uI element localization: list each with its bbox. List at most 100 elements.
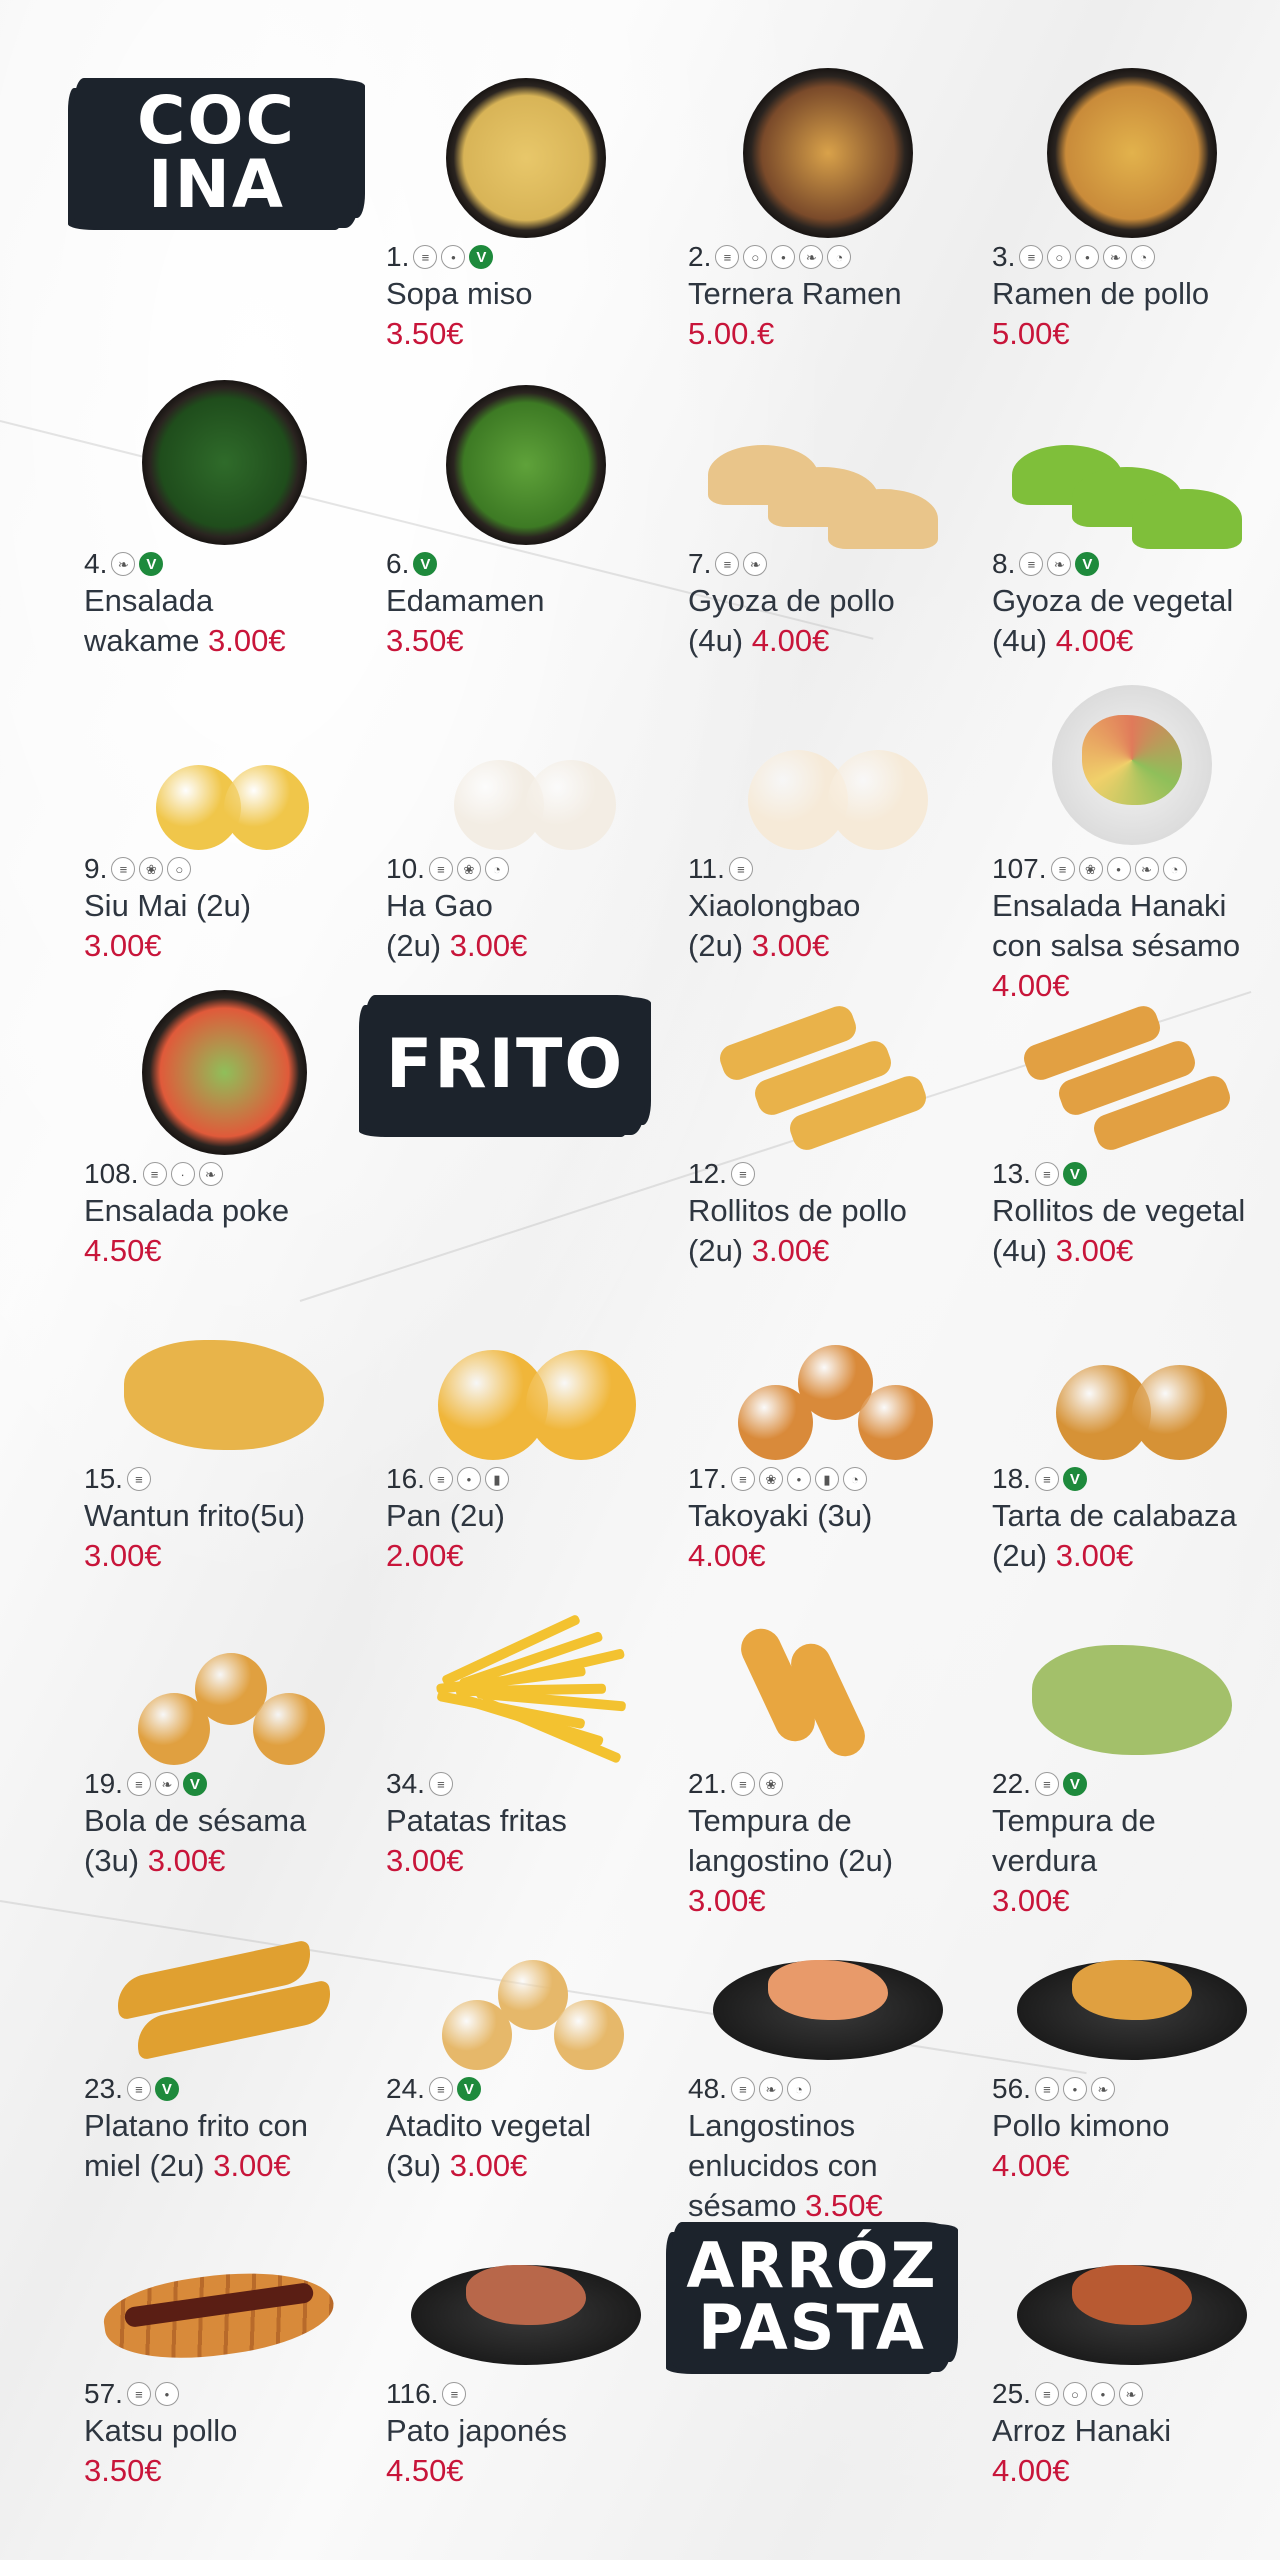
egg-icon: ○ bbox=[1047, 245, 1072, 269]
item-meta: 15. ≡ bbox=[84, 1462, 364, 1496]
item-number: 1. bbox=[386, 241, 410, 272]
gluten-wheat-icon: ≡ bbox=[413, 245, 438, 269]
shellfish-icon: ◔ bbox=[1131, 245, 1156, 269]
menu-item: 10. ≡ ❀ ◔ Ha Gao (2u) 3.00€ bbox=[386, 670, 666, 966]
food-image bbox=[124, 1340, 324, 1450]
dish-photo bbox=[992, 1890, 1272, 2070]
item-name: Edamamen bbox=[386, 583, 545, 618]
item-name-line: (2u) 3.00€ bbox=[992, 1536, 1272, 1576]
item-number: 12. bbox=[688, 1158, 727, 1189]
item-price: 2.00€ bbox=[386, 1538, 464, 1573]
item-name: Ensalada bbox=[84, 583, 214, 618]
dish-photo bbox=[992, 365, 1272, 549]
item-name-line: (2u) 3.00€ bbox=[386, 926, 666, 966]
item-price: 4.50€ bbox=[386, 2453, 464, 2488]
item-name-line: sésamo 3.50€ bbox=[688, 2186, 968, 2226]
item-name-line: (4u) 4.00€ bbox=[688, 621, 968, 661]
item-name: Katsu pollo bbox=[84, 2413, 238, 2448]
gluten-wheat-icon: ≡ bbox=[730, 2077, 755, 2101]
item-name-line: Pollo kimono bbox=[992, 2106, 1272, 2146]
section-header-arroz-pasta: ARRÓZ PASTA bbox=[672, 2222, 952, 2372]
item-price: 3.00€ bbox=[208, 623, 286, 658]
item-name: Pollo kimono bbox=[992, 2108, 1170, 2143]
item-meta: 57. ≡ • bbox=[84, 2377, 364, 2411]
menu-item: 6. V Edamamen 3.50€ bbox=[386, 365, 666, 661]
gluten-wheat-icon: ≡ bbox=[142, 1162, 167, 1186]
item-description: Pollo kimono 4.00€ bbox=[992, 2106, 1272, 2186]
item-description: Langostinos enlucidos con sésamo 3.50€ bbox=[688, 2106, 968, 2226]
item-meta: 21. ≡ ❀ bbox=[688, 1767, 968, 1801]
item-meta: 7. ≡ ❧ bbox=[688, 547, 968, 581]
fish-icon: ❧ bbox=[154, 1772, 179, 1796]
item-name-line: (3u) 3.00€ bbox=[84, 1841, 364, 1881]
item-name: Ha Gao bbox=[386, 888, 493, 923]
item-number: 17. bbox=[688, 1463, 727, 1494]
item-meta: 16. ≡ • ▮ bbox=[386, 1462, 666, 1496]
item-meta: 12. ≡ bbox=[688, 1157, 968, 1191]
item-name-line: (2u) 3.00€ bbox=[688, 926, 968, 966]
menu-item: 108. ≡ ∙ ❧ Ensalada poke 4.50€ bbox=[84, 975, 364, 1271]
item-name: (2u) bbox=[386, 928, 450, 963]
vegan-icon: V bbox=[182, 1772, 207, 1796]
soy-icon: • bbox=[1062, 2077, 1087, 2101]
item-price: 3.50€ bbox=[805, 2188, 883, 2223]
gluten-wheat-icon: ≡ bbox=[126, 1772, 151, 1796]
gluten-wheat-icon: ≡ bbox=[1050, 857, 1075, 881]
dish-photo bbox=[992, 1585, 1272, 1765]
item-description: Ramen de pollo 5.00€ bbox=[992, 274, 1272, 354]
item-name: Atadito vegetal bbox=[386, 2108, 592, 2143]
item-number: 56. bbox=[992, 2073, 1031, 2104]
section-header-cocina: COC INA bbox=[74, 78, 359, 228]
soy-icon: • bbox=[456, 1467, 481, 1491]
fish-icon: ❧ bbox=[1047, 552, 1072, 576]
gluten-wheat-icon: ≡ bbox=[728, 857, 753, 881]
item-number: 23. bbox=[84, 2073, 123, 2104]
item-name-line: Tarta de calabaza bbox=[992, 1496, 1272, 1536]
dish-photo bbox=[992, 1280, 1272, 1460]
milk-icon: ▮ bbox=[484, 1467, 509, 1491]
item-name: Pato japonés bbox=[386, 2413, 567, 2448]
menu-item: 7. ≡ ❧ Gyoza de pollo (4u) 4.00€ bbox=[688, 365, 968, 661]
item-meta: 116. ≡ bbox=[386, 2377, 666, 2411]
item-number: 116. bbox=[386, 2378, 439, 2409]
item-number: 7. bbox=[688, 548, 712, 579]
item-meta: 1. ≡ • V bbox=[386, 240, 666, 274]
item-meta: 10. ≡ ❀ ◔ bbox=[386, 852, 666, 886]
item-name-line: Ramen de pollo bbox=[992, 274, 1272, 314]
item-number: 9. bbox=[84, 853, 108, 884]
dish-photo bbox=[992, 58, 1272, 238]
item-number: 19. bbox=[84, 1768, 123, 1799]
item-number: 34. bbox=[386, 1768, 425, 1799]
dish-photo bbox=[688, 975, 968, 1155]
soy-icon: • bbox=[1106, 857, 1131, 881]
dish-image bbox=[141, 380, 307, 545]
vegan-icon: V bbox=[1062, 1772, 1087, 1796]
item-description: Atadito vegetal (3u) 3.00€ bbox=[386, 2106, 666, 2186]
menu-item: 13. ≡ V Rollitos de vegetal (4u) 3.00€ bbox=[992, 975, 1272, 1271]
item-description: Ensalada wakame 3.00€ bbox=[84, 581, 364, 661]
item-name: (3u) bbox=[84, 1843, 148, 1878]
vegan-icon: V bbox=[1075, 552, 1100, 576]
item-meta: 56. ≡ • ❧ bbox=[992, 2072, 1272, 2106]
item-price: 3.00€ bbox=[751, 928, 830, 963]
item-name-line: Gyoza de vegetal bbox=[992, 581, 1272, 621]
food-image bbox=[858, 1385, 933, 1460]
item-name-line: Edamamen bbox=[386, 581, 666, 621]
item-name-line: Ensalada bbox=[84, 581, 364, 621]
soy-icon: • bbox=[1075, 245, 1100, 269]
menu-item: 1. ≡ • V Sopa miso 3.50€ bbox=[386, 58, 666, 354]
item-name: (2u) bbox=[688, 928, 752, 963]
item-price: 3.50€ bbox=[386, 316, 464, 351]
section-title: COC INA bbox=[137, 82, 296, 223]
dish-photo bbox=[688, 58, 968, 238]
menu-item: 9. ≡ ❀ ○ Siu Mai (2u) 3.00€ bbox=[84, 670, 364, 966]
item-name: (4u) bbox=[688, 623, 752, 658]
item-price: 3.00€ bbox=[751, 1233, 830, 1268]
item-price: 3.00€ bbox=[84, 928, 162, 963]
item-name: Wantun frito(5u) bbox=[84, 1498, 306, 1533]
menu-item: 24. ≡ V Atadito vegetal (3u) 3.00€ bbox=[386, 1890, 666, 2186]
item-name: Gyoza de pollo bbox=[688, 583, 895, 618]
item-name: (2u) bbox=[688, 1233, 752, 1268]
item-price: 3.00€ bbox=[449, 2148, 528, 2183]
item-price: 3.00€ bbox=[1055, 1233, 1134, 1268]
